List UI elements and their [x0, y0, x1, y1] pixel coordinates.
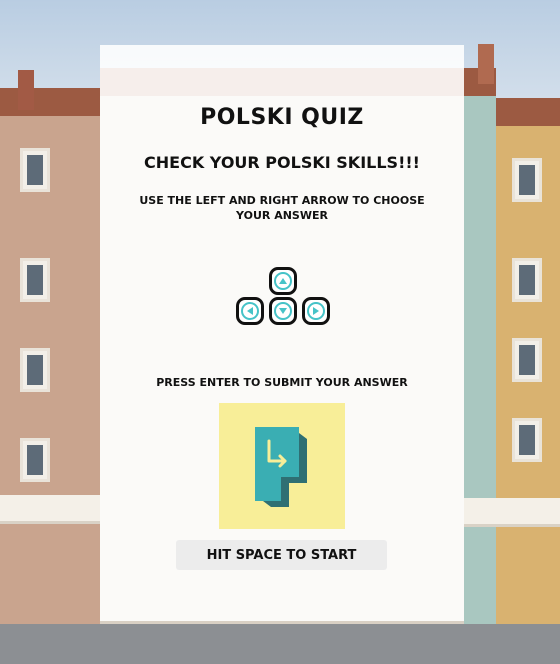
street	[0, 624, 560, 664]
left-building	[0, 88, 100, 628]
right-building-yellow	[496, 98, 560, 628]
cafe-awning-right	[464, 498, 560, 527]
right-arrow-key-icon	[302, 297, 330, 325]
enter-key-icon	[219, 403, 345, 529]
cafe-awning-left	[0, 495, 100, 524]
enter-instructions: PRESS ENTER TO SUBMIT YOUR ANSWER	[156, 376, 408, 389]
up-arrow-key-icon	[269, 267, 297, 295]
down-arrow-key-icon	[269, 297, 297, 325]
arrow-instructions: USE THE LEFT AND RIGHT ARROW TO CHOOSE Y…	[139, 194, 425, 222]
right-building-green	[464, 68, 496, 628]
left-arrow-key-icon	[236, 297, 264, 325]
enter-key-graphic	[255, 427, 307, 507]
quiz-panel: POLSKI QUIZ CHECK YOUR POLSKI SKILLS!!! …	[100, 45, 464, 621]
start-button[interactable]: HIT SPACE TO START	[176, 540, 387, 570]
arrow-keys-icon	[236, 267, 330, 331]
quiz-subtitle: CHECK YOUR POLSKI SKILLS!!!	[144, 153, 420, 172]
quiz-title: POLSKI QUIZ	[200, 105, 364, 130]
